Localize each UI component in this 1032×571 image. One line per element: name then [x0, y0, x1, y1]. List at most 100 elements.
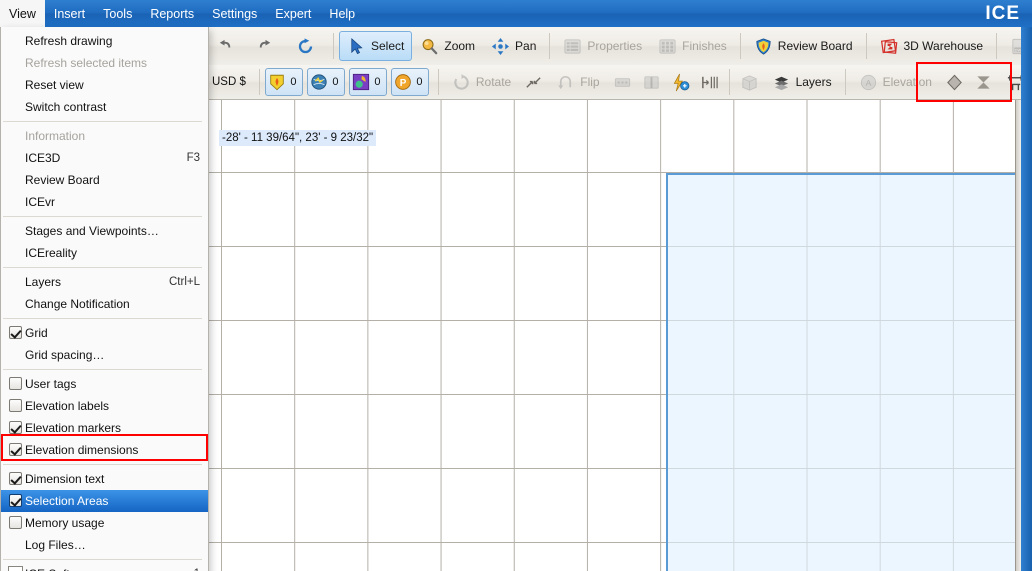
menu-item-label: Grid — [25, 326, 48, 340]
toolbar-separator — [844, 69, 846, 95]
warehouse-button[interactable]: 3D Warehouse — [872, 31, 992, 61]
globe-icon — [310, 73, 328, 91]
checkbox-dimension-text[interactable] — [9, 472, 22, 485]
menu-item-label: ICEvr — [25, 195, 55, 209]
quick-action-button[interactable] — [666, 67, 695, 97]
checkbox-selection-areas[interactable] — [9, 494, 22, 507]
menu-item-switch-contrast[interactable]: Switch contrast — [1, 96, 208, 118]
flip-button[interactable]: Flip — [548, 67, 607, 97]
elevation-diamond-button[interactable] — [940, 67, 969, 97]
counter-globe[interactable]: 0 — [306, 68, 345, 96]
redo-icon — [256, 37, 275, 56]
undo-button[interactable] — [208, 31, 248, 61]
menu-item-label: Dimension text — [25, 472, 105, 486]
menu-item-label: ICE3D — [25, 151, 61, 165]
menu-item-reset-view[interactable]: Reset view — [1, 74, 208, 96]
menu-item-icereality[interactable]: ICEreality — [1, 242, 208, 264]
menu-item-elevation-dimensions[interactable]: Elevation dimensions — [1, 439, 208, 461]
properties-list-icon — [563, 37, 582, 56]
rotate-label: Rotate — [475, 75, 512, 89]
menu-item-change-notification[interactable]: Change Notification — [1, 293, 208, 315]
menu-item-user-tags[interactable]: User tags — [1, 373, 208, 395]
select-tool-button[interactable]: Select — [339, 31, 413, 61]
checkbox-user-tags[interactable] — [9, 377, 22, 390]
menu-item-elevation-markers[interactable]: Elevation markers — [1, 417, 208, 439]
pan-arrows-icon — [491, 37, 510, 56]
menu-item-review-board[interactable]: Review Board — [1, 169, 208, 191]
layers-grid-icon — [740, 73, 759, 92]
menu-item-label: ICEreality — [25, 246, 78, 260]
checkbox-elevation-labels[interactable] — [9, 399, 22, 412]
elevation-label: Elevation — [882, 75, 932, 89]
menu-view[interactable]: View — [0, 0, 45, 27]
menu-bar: View Insert Tools Reports Settings Exper… — [0, 0, 1032, 27]
menu-item-label: Log Files… — [25, 538, 86, 552]
menu-item-refresh-drawing[interactable]: Refresh drawing — [1, 30, 208, 52]
split-button[interactable] — [637, 67, 666, 97]
elevation-button[interactable]: A Elevation — [851, 67, 940, 97]
checkbox-elevation-markers[interactable] — [9, 421, 22, 434]
menu-separator — [3, 369, 202, 370]
zoom-tool-button[interactable]: Zoom — [412, 31, 483, 61]
menu-item-label: Elevation markers — [25, 421, 122, 435]
layers-button[interactable]: Layers — [764, 67, 840, 97]
cursor-icon — [347, 37, 366, 56]
menu-item-label: Elevation labels — [25, 399, 110, 413]
pricing-icon: P — [394, 73, 412, 91]
counter-alerts[interactable]: 0 — [264, 68, 303, 96]
menu-reports[interactable]: Reports — [141, 0, 203, 27]
pan-tool-button[interactable]: Pan — [483, 31, 544, 61]
properties-button[interactable]: Properties — [555, 31, 650, 61]
rotate-button[interactable]: Rotate — [444, 67, 519, 97]
menu-settings[interactable]: Settings — [203, 0, 266, 27]
menu-item-layers[interactable]: Layers Ctrl+L — [1, 271, 208, 293]
drawing-canvas[interactable]: -28' - 11 39/64", 23' - 9 23/32" — [208, 99, 1032, 571]
menu-item-label: Switch contrast — [25, 100, 107, 114]
toolbar-separator — [258, 69, 260, 95]
section-marker-button[interactable] — [969, 67, 998, 97]
menu-expert[interactable]: Expert — [266, 0, 320, 27]
mirror-arrows-icon — [524, 73, 543, 92]
menu-tools[interactable]: Tools — [94, 0, 141, 27]
menu-item-ice3d[interactable]: ICE3D F3 — [1, 147, 208, 169]
toolbar-separator — [728, 69, 730, 95]
menu-item-stages-and-viewpoints[interactable]: Stages and Viewpoints… — [1, 220, 208, 242]
flip-label: Flip — [580, 75, 600, 89]
menu-separator — [3, 267, 202, 268]
align-button[interactable] — [695, 67, 724, 97]
layers-view-button[interactable] — [735, 67, 764, 97]
menu-item-selection-areas[interactable]: Selection Areas — [1, 490, 208, 512]
refresh-button[interactable] — [288, 31, 328, 61]
menu-item-elevation-labels[interactable]: Elevation labels — [1, 395, 208, 417]
menu-insert[interactable]: Insert — [45, 0, 94, 27]
menu-item-dimension-text[interactable]: Dimension text — [1, 468, 208, 490]
menu-item-grid-spacing[interactable]: Grid spacing… — [1, 344, 208, 366]
menu-item-icevr[interactable]: ICEvr — [1, 191, 208, 213]
menu-item-grid[interactable]: Grid — [1, 322, 208, 344]
checkbox-elevation-dimensions[interactable] — [9, 443, 22, 456]
finishes-grid-icon — [658, 37, 677, 56]
select-tool-label: Select — [371, 39, 405, 53]
menu-help[interactable]: Help — [320, 0, 364, 27]
review-board-label: Review Board — [777, 39, 853, 53]
layout-preset-icon-ice-software — [8, 566, 23, 571]
warehouse-3d-icon — [880, 37, 899, 56]
checkbox-grid[interactable] — [9, 326, 22, 339]
redo-button[interactable] — [248, 31, 288, 61]
menu-item-ice-software[interactable]: ICE Software1 — [1, 563, 208, 571]
counter-pricing[interactable]: P 0 — [390, 68, 429, 96]
menu-item-memory-usage[interactable]: Memory usage — [1, 512, 208, 534]
checkbox-memory-usage[interactable] — [9, 516, 22, 529]
review-board-button[interactable]: Review Board — [746, 31, 861, 61]
counter-shapes[interactable]: 0 — [348, 68, 387, 96]
menu-item-label: User tags — [25, 377, 77, 391]
menu-item-log-files[interactable]: Log Files… — [1, 534, 208, 556]
array-button[interactable] — [608, 67, 637, 97]
rotate-icon — [452, 73, 471, 92]
selection-area-rectangle[interactable] — [666, 173, 1023, 571]
menu-separator — [3, 464, 202, 465]
toolbar-separator — [437, 69, 439, 95]
finishes-button[interactable]: Finishes — [650, 31, 735, 61]
menu-item-information: Information — [1, 125, 208, 147]
mirror-button[interactable] — [519, 67, 548, 97]
